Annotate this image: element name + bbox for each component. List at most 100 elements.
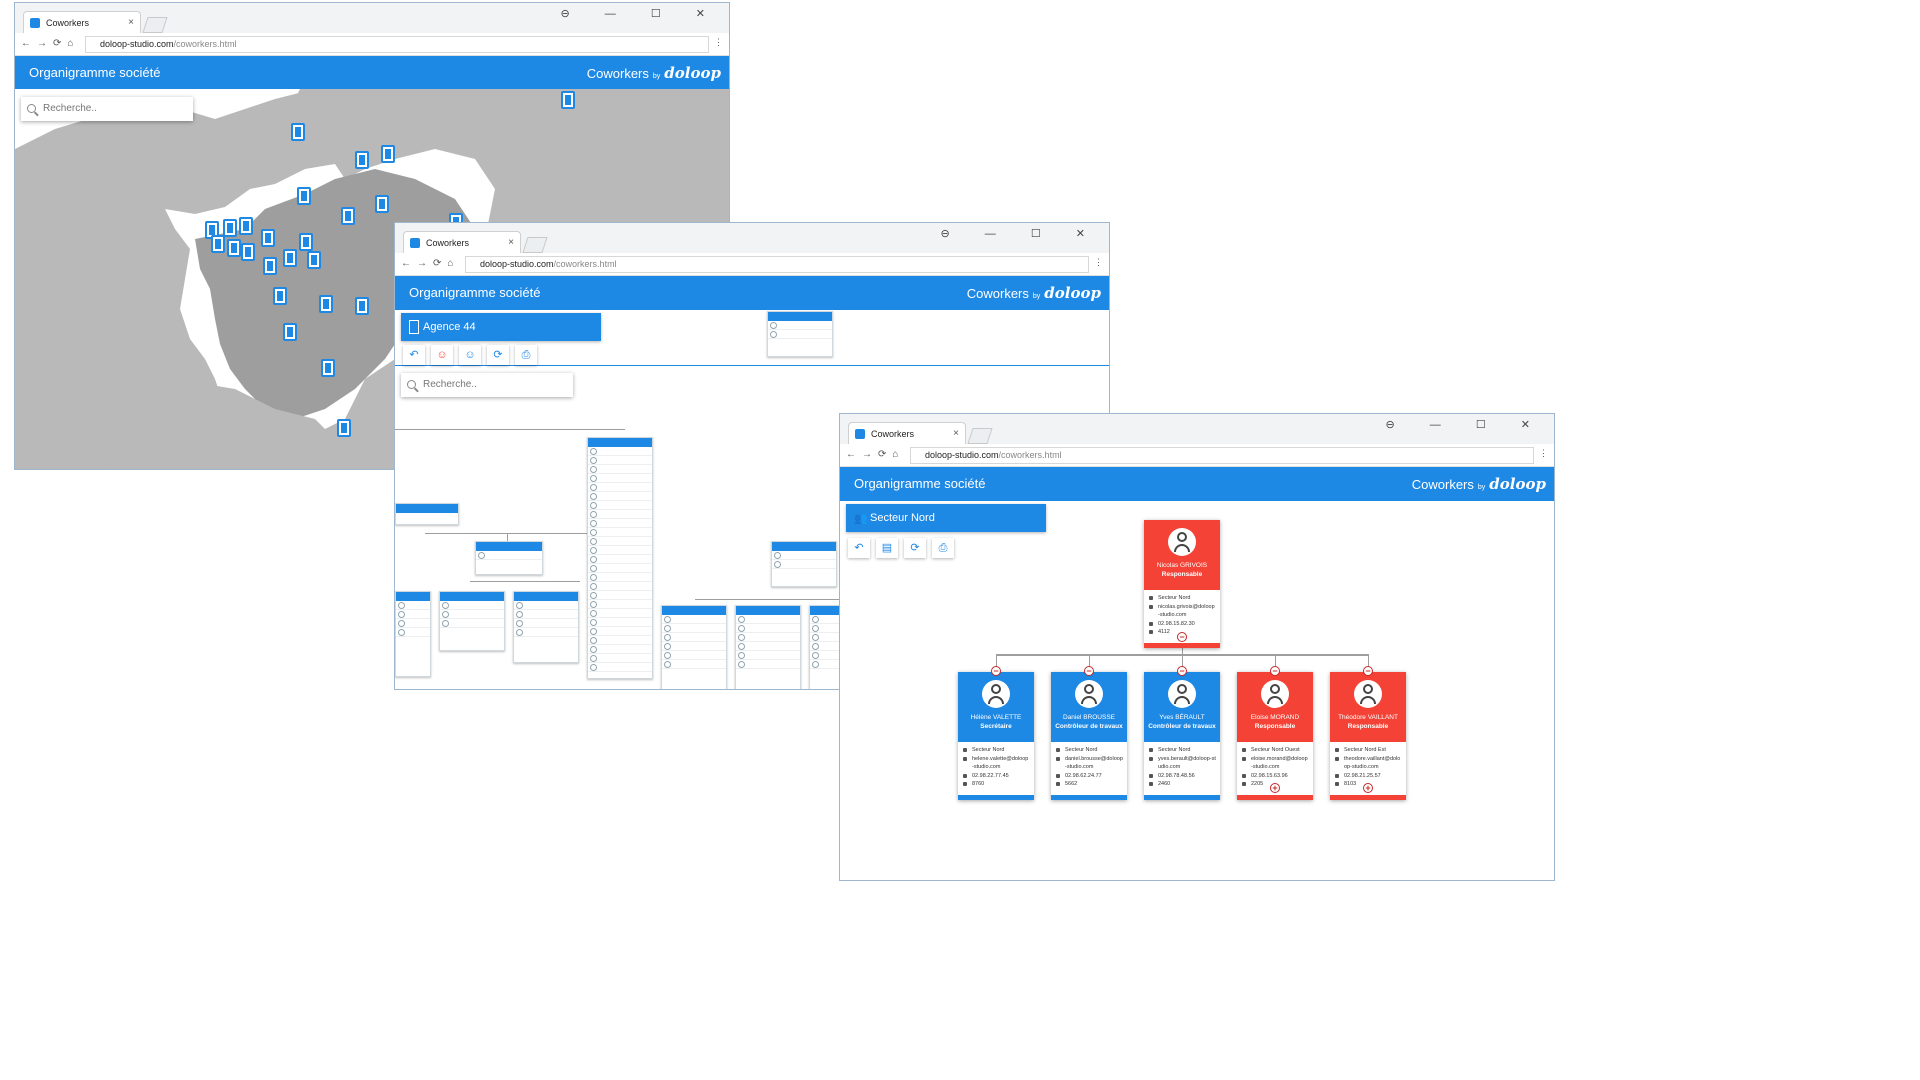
org-node[interactable] xyxy=(513,591,579,663)
title-bar: Coworkers × ⊖ — ☐ ✕ xyxy=(15,3,729,33)
agency-marker-icon[interactable] xyxy=(355,297,369,315)
menu-icon[interactable]: ⋮ xyxy=(1539,448,1548,459)
agency-marker-icon[interactable] xyxy=(307,251,321,269)
map-search-input[interactable]: Recherche.. xyxy=(21,97,193,121)
expand-icon[interactable]: + xyxy=(1270,783,1280,793)
agency-marker-icon[interactable] xyxy=(283,249,297,267)
new-tab-button[interactable] xyxy=(522,237,548,253)
doloop-logo: doloop xyxy=(664,64,721,82)
user-red-button[interactable]: ☺ xyxy=(431,345,453,365)
org-node[interactable] xyxy=(661,605,727,689)
org-node[interactable] xyxy=(735,605,801,689)
brand: Coworkers by doloop xyxy=(1412,475,1546,493)
agency-marker-icon[interactable] xyxy=(263,257,277,275)
agency-marker-icon[interactable] xyxy=(261,229,275,247)
list-item xyxy=(588,645,652,654)
agency-marker-icon[interactable] xyxy=(561,91,575,109)
user-button[interactable]: ☺ xyxy=(459,345,481,365)
nav-icons[interactable]: ←→⟳⌂ xyxy=(21,38,79,49)
extension: 8103 xyxy=(1335,780,1402,789)
refresh-button[interactable]: ⟳ xyxy=(487,345,509,365)
nav-icons[interactable]: ←→⟳⌂ xyxy=(846,449,904,460)
org-node[interactable] xyxy=(439,591,505,651)
agency-marker-icon[interactable] xyxy=(321,359,335,377)
close-tab-icon[interactable]: × xyxy=(953,423,959,445)
close-tab-icon[interactable]: × xyxy=(128,12,134,34)
browser-tab[interactable]: Coworkers × xyxy=(23,11,141,33)
org-node[interactable] xyxy=(587,437,653,679)
agency-marker-icon[interactable] xyxy=(337,419,351,437)
collapse-icon[interactable]: − xyxy=(1270,666,1280,676)
org-node[interactable] xyxy=(395,591,431,677)
agency-marker-icon[interactable] xyxy=(291,123,305,141)
back-button[interactable]: ↶ xyxy=(403,345,425,365)
collapse-icon[interactable]: − xyxy=(1084,666,1094,676)
org-node-header xyxy=(772,542,836,551)
list-item xyxy=(514,601,578,610)
agency-marker-icon[interactable] xyxy=(355,151,369,169)
new-tab-button[interactable] xyxy=(967,428,993,444)
agency-marker-icon[interactable] xyxy=(299,233,313,251)
agency-marker-icon[interactable] xyxy=(319,295,333,313)
phone: 02.98.15.82.30 xyxy=(1149,620,1216,629)
agency-marker-icon[interactable] xyxy=(375,195,389,213)
org-node[interactable] xyxy=(475,541,543,575)
brand-name: Coworkers xyxy=(966,286,1029,301)
agency-marker-icon[interactable] xyxy=(341,207,355,225)
print-button[interactable]: ⎙ xyxy=(515,345,537,365)
url-field[interactable]: doloop-studio.com/coworkers.html xyxy=(85,36,709,53)
org-search-input[interactable]: Recherche.. xyxy=(401,373,573,397)
expand-icon[interactable]: + xyxy=(1363,783,1373,793)
window-controls[interactable]: ⊖ — ☐ ✕ xyxy=(1386,418,1546,431)
agency-marker-icon[interactable] xyxy=(223,219,237,237)
manager-card[interactable]: Nicolas GRIVOIS Responsable Secteur Nord n… xyxy=(1144,520,1220,648)
manager-card[interactable]: Eloise MORAND Responsable Secteur Nord Ou… xyxy=(1237,672,1313,800)
menu-icon[interactable]: ⋮ xyxy=(714,37,723,48)
url-path: /coworkers.html xyxy=(553,259,617,269)
agency-marker-icon[interactable] xyxy=(239,217,253,235)
list-item xyxy=(736,642,800,651)
org-node[interactable] xyxy=(771,541,837,587)
back-button[interactable]: ↶ xyxy=(848,538,870,558)
agency-marker-icon[interactable] xyxy=(381,145,395,163)
agency-header[interactable]: Agence 44 xyxy=(401,313,601,341)
browser-window-sector: Coworkers × ⊖ — ☐ ✕ ←→⟳⌂ doloop-studio.co… xyxy=(839,413,1555,881)
collapse-icon[interactable]: − xyxy=(1177,666,1187,676)
refresh-button[interactable]: ⟳ xyxy=(904,538,926,558)
collapse-icon[interactable]: − xyxy=(991,666,1001,676)
agency-marker-icon[interactable] xyxy=(283,323,297,341)
card-footer xyxy=(1144,794,1220,800)
org-chart-view[interactable]: 👥 Secteur Nord ↶ ▤ ⟳ ⎙ Nicolas GRIVOIS Res… xyxy=(840,500,1554,880)
close-tab-icon[interactable]: × xyxy=(508,232,514,254)
browser-tab[interactable]: Coworkers × xyxy=(848,422,966,444)
window-controls[interactable]: ⊖ — ☐ ✕ xyxy=(561,7,721,20)
employee-card[interactable]: Yves BÉRAULT Contrôleur de travaux Secteu… xyxy=(1144,672,1220,800)
agency-marker-icon[interactable] xyxy=(273,287,287,305)
agency-marker-icon[interactable] xyxy=(241,243,255,261)
list-item xyxy=(588,474,652,483)
list-item xyxy=(588,591,652,600)
print-button[interactable]: ⎙ xyxy=(932,538,954,558)
url-field[interactable]: doloop-studio.com/coworkers.html xyxy=(910,447,1534,464)
org-node[interactable] xyxy=(395,503,459,525)
agency-marker-icon[interactable] xyxy=(211,235,225,253)
browser-tab[interactable]: Coworkers × xyxy=(403,231,521,253)
minimap-node[interactable] xyxy=(767,311,833,357)
phone: 02.98.62.24.77 xyxy=(1056,772,1123,781)
new-tab-button[interactable] xyxy=(142,17,168,33)
nav-icons[interactable]: ←→⟳⌂ xyxy=(401,258,459,269)
window-controls[interactable]: ⊖ — ☐ ✕ xyxy=(941,227,1101,240)
search-icon xyxy=(27,104,36,113)
agency-marker-icon[interactable] xyxy=(227,239,241,257)
id-card-button[interactable]: ▤ xyxy=(876,538,898,558)
collapse-icon[interactable]: − xyxy=(1177,632,1187,642)
menu-icon[interactable]: ⋮ xyxy=(1094,257,1103,268)
employee-card[interactable]: Hélène VALETTE Secrétaire Secteur Nord hel… xyxy=(958,672,1034,800)
manager-card[interactable]: Théodore VAILLANT Responsable Secteur Nor… xyxy=(1330,672,1406,800)
sector-header[interactable]: 👥 Secteur Nord xyxy=(846,504,1046,532)
connector xyxy=(470,581,580,582)
employee-card[interactable]: Daniel BROUSSE Contrôleur de travaux Sect… xyxy=(1051,672,1127,800)
url-field[interactable]: doloop-studio.com/coworkers.html xyxy=(465,256,1089,273)
agency-marker-icon[interactable] xyxy=(297,187,311,205)
collapse-icon[interactable]: − xyxy=(1363,666,1373,676)
